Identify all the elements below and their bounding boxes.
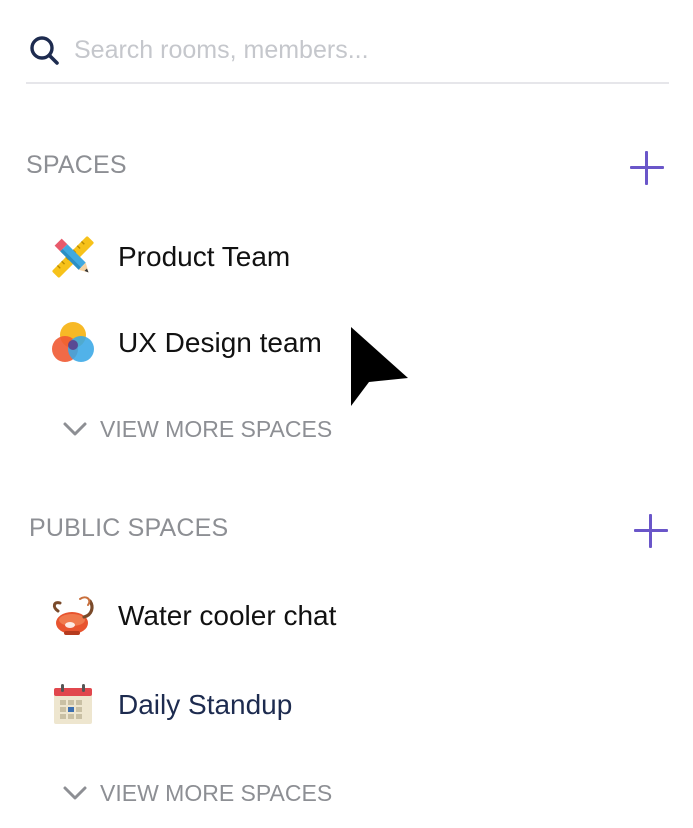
search-input[interactable]: [74, 30, 634, 70]
add-space-button[interactable]: [627, 148, 667, 188]
search-bar[interactable]: [26, 28, 669, 84]
chevron-down-icon: [63, 786, 87, 800]
room-item-water-cooler-chat[interactable]: Water cooler chat: [44, 585, 644, 647]
calendar-icon: [54, 684, 92, 724]
view-more-label: VIEW MORE SPACES: [100, 416, 333, 442]
room-label: UX Design team: [118, 327, 322, 358]
teapot-icon: [52, 596, 94, 635]
room-item-product-team[interactable]: Product Team: [44, 226, 644, 288]
room-label: Product Team: [118, 241, 291, 272]
room-label: Water cooler chat: [118, 600, 337, 631]
public-spaces-section-title: PUBLIC SPACES: [29, 514, 229, 542]
view-more-label: VIEW MORE SPACES: [100, 780, 333, 806]
add-public-space-button[interactable]: [631, 511, 671, 551]
room-label: Daily Standup: [118, 689, 293, 720]
room-item-ux-design-team[interactable]: UX Design team: [44, 312, 644, 374]
spaces-section-title: SPACES: [26, 151, 127, 179]
search-icon: [30, 36, 59, 65]
chevron-down-icon: [63, 422, 87, 436]
pencil-ruler-icon: [52, 236, 94, 278]
mouse-pointer-icon: [351, 327, 408, 406]
color-circles-icon: [52, 322, 94, 362]
room-item-daily-standup[interactable]: Daily Standup: [44, 674, 644, 736]
